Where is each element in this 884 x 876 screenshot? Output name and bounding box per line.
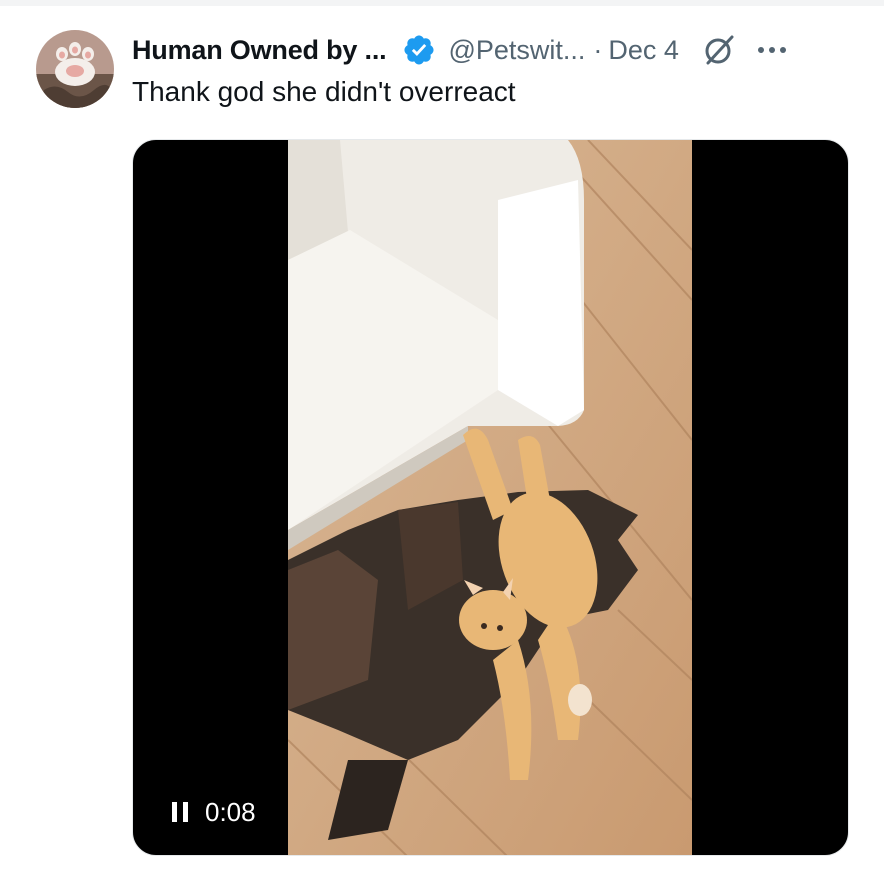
video-frame[interactable] [288, 140, 692, 855]
author-name[interactable]: Human Owned by ... [132, 35, 387, 66]
tweet-date[interactable]: Dec 4 [608, 35, 679, 66]
cat-video-frame-icon [288, 140, 692, 855]
author-avatar[interactable] [36, 30, 114, 108]
separator-dot: · [593, 34, 603, 65]
author-handle[interactable]: @Petswit... [448, 35, 585, 66]
video-timestamp: 0:08 [205, 796, 256, 827]
video-player[interactable]: 0:08 [132, 139, 849, 856]
pause-icon[interactable] [169, 800, 191, 824]
cat-paw-avatar-icon [36, 30, 114, 108]
tweet-header: Human Owned by ... @Petswit... · Dec 4 [132, 30, 852, 70]
video-controls: 0:08 [169, 794, 256, 830]
tweet-card[interactable]: Human Owned by ... @Petswit... · Dec 4 T… [0, 0, 884, 876]
verified-badge-icon[interactable] [402, 33, 436, 67]
more-options-icon[interactable] [755, 40, 789, 60]
grok-icon[interactable] [701, 32, 737, 68]
tweet-text: Thank god she didn't overreact [132, 76, 516, 107]
top-divider [0, 0, 884, 6]
